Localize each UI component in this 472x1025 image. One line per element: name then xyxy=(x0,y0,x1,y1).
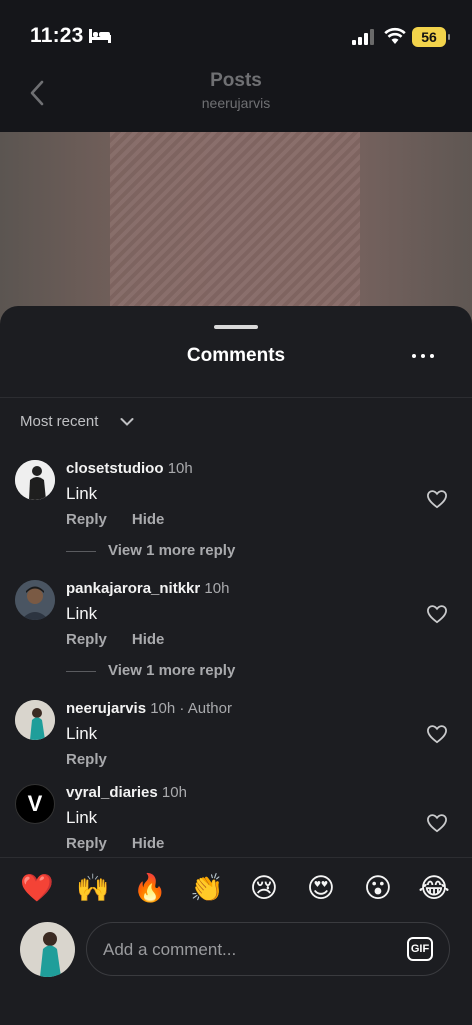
cellular-signal-icon xyxy=(352,29,374,45)
username-text[interactable]: neerujarvis xyxy=(66,700,146,717)
comment-time: 10h · Author xyxy=(150,700,232,717)
username-text[interactable]: vyral_diaries xyxy=(66,784,158,801)
post-image-fabric xyxy=(110,132,360,332)
emoji-laughing[interactable]: 😂 xyxy=(417,872,451,906)
chevron-down-icon[interactable] xyxy=(120,417,134,427)
current-user-avatar xyxy=(20,922,75,977)
more-options-icon[interactable] xyxy=(412,352,436,360)
comment-time: 10h xyxy=(161,784,187,801)
emoji-clap[interactable]: 👏 xyxy=(190,872,224,906)
reply-button[interactable]: Reply xyxy=(66,835,107,852)
comment-actions: Reply xyxy=(66,751,132,768)
avatar[interactable] xyxy=(15,580,55,620)
reply-button[interactable]: Reply xyxy=(66,511,107,528)
reply-button[interactable]: Reply xyxy=(66,631,107,648)
comment-time: 10h xyxy=(204,580,230,597)
emoji-surprised[interactable]: 😮 xyxy=(361,872,395,906)
username-text[interactable]: pankajarora_nitkkr xyxy=(66,580,200,597)
avatar-image xyxy=(15,580,55,620)
hide-button[interactable]: Hide xyxy=(132,835,165,852)
comment-input[interactable]: Add a comment... GIF xyxy=(86,922,450,976)
avatar-image xyxy=(15,700,55,740)
page-title: Posts xyxy=(210,70,262,91)
like-heart-icon[interactable] xyxy=(426,813,448,833)
avatar[interactable]: V xyxy=(15,784,55,824)
comment-text: Link xyxy=(66,724,98,743)
like-heart-icon[interactable] xyxy=(426,604,448,624)
reply-thread-line xyxy=(66,670,96,672)
comment-text: Link xyxy=(66,604,98,623)
comment-actions: Reply Hide xyxy=(66,511,189,528)
comment-composer-area: ❤️ 🙌 🔥 👏 😢 😍 😮 😂 Add a comment... GIF xyxy=(0,857,472,1025)
reply-button[interactable]: Reply xyxy=(66,751,107,768)
comment-time: 10h xyxy=(167,460,193,477)
emoji-heart-eyes[interactable]: 😍 xyxy=(304,872,338,906)
view-replies-link[interactable]: View 1 more reply xyxy=(66,662,235,679)
comment-username[interactable]: vyral_diaries 10h xyxy=(66,784,187,801)
username-text[interactable]: closetstudioo xyxy=(66,460,164,477)
like-heart-icon[interactable] xyxy=(426,489,448,509)
emoji-heart[interactable]: ❤️ xyxy=(20,872,54,906)
sleep-mode-icon xyxy=(89,29,111,43)
sort-dropdown[interactable]: Most recent xyxy=(20,413,98,430)
comment-text: Link xyxy=(66,484,98,503)
comment-actions: Reply Hide xyxy=(66,631,189,648)
posts-header: Posts neerujarvis xyxy=(0,64,472,132)
emoji-raised-hands[interactable]: 🙌 xyxy=(76,872,110,906)
emoji-crying[interactable]: 😢 xyxy=(247,872,281,906)
reply-thread-line xyxy=(66,550,96,552)
battery-indicator: 56 xyxy=(412,27,450,47)
comment-text: Link xyxy=(66,808,98,827)
comments-title: Comments xyxy=(186,345,286,366)
avatar-image xyxy=(15,460,55,500)
comment-input-placeholder[interactable]: Add a comment... xyxy=(103,940,236,960)
avatar-image xyxy=(20,922,75,977)
like-heart-icon[interactable] xyxy=(426,724,448,744)
view-replies-label[interactable]: View 1 more reply xyxy=(108,542,235,559)
hide-button[interactable]: Hide xyxy=(132,631,165,648)
sheet-drag-handle[interactable] xyxy=(214,325,258,329)
wifi-icon xyxy=(384,27,406,44)
page-subtitle: neerujarvis xyxy=(201,95,271,111)
comment-username[interactable]: pankajarora_nitkkr 10h xyxy=(66,580,229,597)
status-time: 11:23 xyxy=(30,24,84,47)
comment-username[interactable]: neerujarvis 10h · Author xyxy=(66,700,232,717)
gif-button[interactable]: GIF xyxy=(407,937,433,961)
avatar-letter: V xyxy=(27,791,43,816)
avatar[interactable] xyxy=(15,460,55,500)
hide-button[interactable]: Hide xyxy=(132,511,165,528)
avatar[interactable] xyxy=(15,700,55,740)
divider xyxy=(0,397,472,398)
post-image xyxy=(0,132,472,332)
view-replies-label[interactable]: View 1 more reply xyxy=(108,662,235,679)
status-bar: 11:23 56 xyxy=(0,0,472,64)
emoji-fire[interactable]: 🔥 xyxy=(133,872,167,906)
comment-username[interactable]: closetstudioo 10h xyxy=(66,460,193,477)
comment-actions: Reply Hide xyxy=(66,835,189,852)
view-replies-link[interactable]: View 1 more reply xyxy=(66,542,235,559)
